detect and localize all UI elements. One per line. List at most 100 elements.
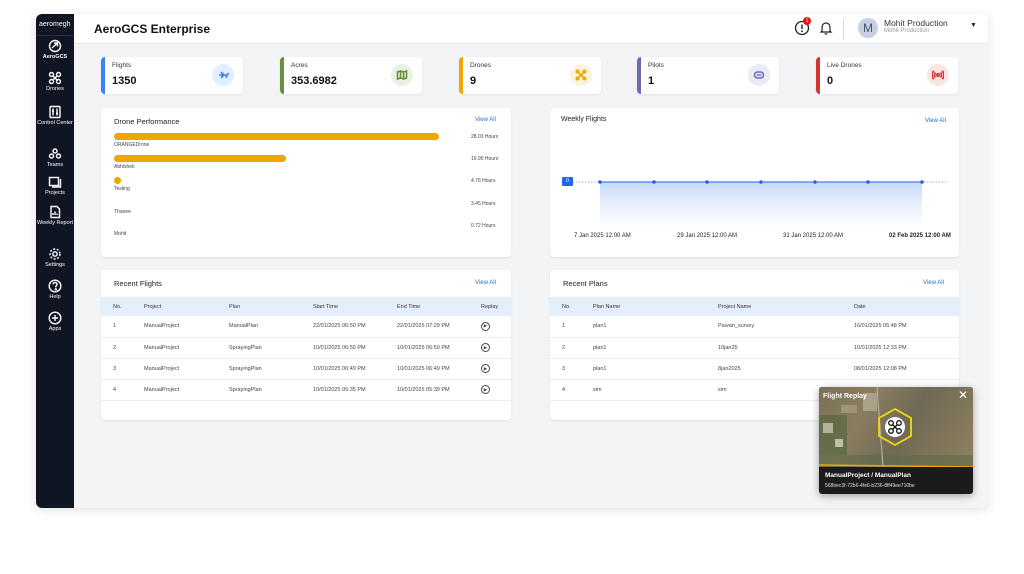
plane-icon (212, 64, 234, 86)
sidebar-item-label: Drones (46, 86, 64, 92)
aeromegh-logo: aeromegh (36, 14, 74, 36)
performance-drone-name: ORANGEDrone (114, 142, 150, 148)
table-row[interactable]: 3 ManualProject SprayingPlan 10/01/2025 06:… (101, 358, 511, 379)
weekly-flights-point[interactable] (598, 180, 602, 184)
flight-replay-popup: Flight Replay ✕ ManualProject / ManualPl… (819, 387, 973, 494)
pilot-icon (748, 64, 770, 86)
stat-card-drones[interactable]: Drones 9 (459, 57, 601, 94)
replay-play-icon[interactable]: ▶ (481, 343, 490, 352)
weekly-flights-card: Weekly Flights View All 0 7 Jan 2025 12:… (550, 108, 959, 257)
weekly-flights-point[interactable] (652, 180, 656, 184)
stat-value: 9 (470, 75, 477, 87)
replay-cell: ▶ (481, 316, 511, 337)
table-cell: ManualPlan (229, 323, 259, 330)
flight-replay-title: Flight Replay (823, 393, 867, 400)
table-row[interactable]: 2 ManualProject SprayingPlan 10/01/2025 06:… (101, 337, 511, 358)
flight-replay-project: ManualProject / ManualPlan (825, 472, 911, 479)
recent-plans-view-all-link[interactable]: View All (923, 280, 944, 286)
sidebar-item-teams[interactable]: Teams (36, 147, 74, 168)
stat-card-pilots[interactable]: Pilots 1 (637, 57, 779, 94)
column-header: Project Name (718, 303, 752, 310)
performance-drone-name: Thanee (114, 209, 131, 215)
weekly-flights-point[interactable] (759, 180, 763, 184)
table-cell: 10jan25 (718, 344, 738, 351)
performance-bar (114, 133, 439, 140)
table-cell: ManualProject (144, 344, 180, 351)
stat-label: Flights (112, 62, 132, 69)
table-cell: plan1 (593, 344, 607, 351)
performance-hours: 3.45 Hours (471, 201, 496, 207)
sidebar-item-label: Apps (48, 326, 62, 332)
table-row[interactable]: 3 plan1 8jan2025 08/01/2025 12:08 PM (550, 358, 959, 379)
column-header: Plan Name (593, 303, 621, 310)
recent-plans-table: No. Plan Name Project Name Date 1 plan1 Pawan… (550, 297, 959, 401)
drone-performance-title: Drone Performance (114, 117, 180, 126)
table-cell: 1 (113, 323, 117, 330)
sidebar-item-apps[interactable]: Apps (36, 311, 74, 332)
table-row[interactable]: 1 ManualProject ManualPlan 22/01/2025 06:50… (101, 316, 511, 337)
table-cell: 16/01/2025 05:48 PM (854, 323, 907, 330)
sidebar-item-projects[interactable]: Projects (36, 175, 74, 196)
performance-drone-name: Mohit (114, 231, 127, 237)
recent-plans-title: Recent Plans (563, 279, 608, 288)
weekly-flights-date-4: 02 Feb 2025 12:00 AM (889, 233, 951, 239)
sidebar-item-settings[interactable]: Settings (36, 247, 74, 268)
table-cell: 08/01/2025 12:08 PM (854, 365, 907, 372)
chevron-down-icon[interactable]: ▼ (970, 22, 977, 29)
sidebar-item-aerogcs[interactable]: AeroGCS (36, 39, 74, 60)
table-row[interactable]: 2 plan1 10jan25 10/01/2025 12:33 PM (550, 337, 959, 358)
table-row[interactable]: 4 ManualProject SprayingPlan 10/01/2025 05:… (101, 379, 511, 400)
user-name[interactable]: Mohit Production (884, 18, 948, 28)
table-row[interactable]: 1 plan1 Pawan_survey 16/01/2025 05:48 PM (550, 316, 959, 337)
replay-play-icon[interactable]: ▶ (481, 321, 490, 331)
table-cell: 10/01/2025 05:39 PM (397, 386, 450, 393)
replay-play-icon[interactable]: ▶ (481, 385, 490, 394)
sidebar-item-label: Control Center (37, 120, 73, 126)
table-cell: 2 (113, 344, 117, 351)
table-cell: 4 (113, 386, 117, 393)
recent-flights-view-all-link[interactable]: View All (475, 280, 496, 286)
stat-label: Drones (470, 62, 491, 69)
close-icon[interactable]: ✕ (958, 388, 968, 402)
plus-icon (48, 311, 62, 325)
stat-label: Live Drones (827, 62, 862, 69)
sidebar-item-help[interactable]: Help (36, 279, 74, 300)
avatar[interactable]: M (858, 18, 878, 38)
performance-bar (114, 155, 287, 162)
table-cell: 10/01/2025 06:49 PM (397, 365, 450, 372)
drone-performance-view-all-link[interactable]: View All (475, 117, 496, 123)
stat-card-live-drones[interactable]: Live Drones 0 (816, 57, 958, 94)
table-cell: ManualProject (144, 386, 180, 393)
weekly-flights-area (600, 182, 922, 226)
teams-icon (48, 147, 62, 161)
sidebar-item-label: Teams (46, 162, 64, 168)
weekly-flights-point[interactable] (866, 180, 870, 184)
stat-accent-bar (637, 57, 641, 94)
performance-bar (114, 177, 121, 184)
performance-hours: 16.90 Hours (471, 156, 499, 162)
sidebar-item-label: Help (49, 294, 61, 300)
column-header: No. (113, 303, 122, 310)
stat-card-flights[interactable]: Flights 1350 (101, 57, 243, 94)
recent-flights-card: Recent Flights View All No. Project Plan St… (101, 270, 511, 420)
sidebar-item-weekly-report[interactable]: Weekly Report (36, 205, 74, 226)
table-cell: SprayingPlan (229, 386, 262, 393)
replay-cell: ▶ (481, 379, 511, 400)
aerogcs-icon (48, 39, 62, 53)
bell-icon[interactable] (818, 20, 834, 36)
table-cell: Pawan_survey (718, 323, 755, 330)
sidebar-item-control-center[interactable]: Control Center (36, 105, 74, 126)
table-cell: SprayingPlan (229, 365, 262, 372)
table-cell: 22/01/2025 07:29 PM (397, 323, 450, 330)
stat-card-acres[interactable]: Acres 353.6982 (280, 57, 422, 94)
app-title: AeroGCS Enterprise (94, 22, 211, 36)
sidebar-item-drones[interactable]: Drones (36, 71, 74, 92)
column-header: No. (562, 303, 571, 310)
replay-play-icon[interactable]: ▶ (481, 364, 490, 373)
drone-performance-card: Drone Performance View All ORANGEDrone 28… (101, 108, 511, 257)
weekly-flights-point[interactable] (920, 180, 924, 184)
weekly-flights-point[interactable] (813, 180, 817, 184)
recent-flights-title: Recent Flights (114, 279, 162, 288)
weekly-flights-point[interactable] (705, 180, 709, 184)
alert-count-badge: 1 (803, 17, 811, 25)
